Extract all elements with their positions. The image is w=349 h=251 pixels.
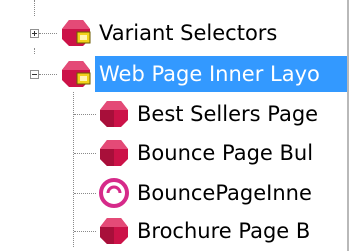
tree-item-best-sellers-page[interactable]: Best Sellers Page (0, 94, 345, 134)
tree-item-brochure-page-b[interactable]: Brochure Page B (0, 211, 345, 251)
folder-layout-icon (62, 20, 91, 46)
tree-view: Variant Selectors Web Page Inner Layo Be… (0, 0, 349, 251)
tree-item-label: Variant Selectors (99, 21, 278, 45)
tree-item-web-page-inner-layouts[interactable]: Web Page Inner Layo (0, 54, 349, 94)
tree-item-variant-selectors[interactable]: Variant Selectors (0, 13, 345, 53)
expand-toggle[interactable] (30, 29, 39, 38)
tree-item-label: Best Sellers Page (137, 102, 319, 126)
layout-cube-icon (100, 101, 128, 127)
tree-item-label: Web Page Inner Layo (95, 56, 349, 92)
folder-layout-icon (62, 61, 91, 87)
tree-item-label: Bounce Page Bul (137, 141, 314, 165)
tree-item-bounce-page-inner[interactable]: BouncePageInne (0, 173, 345, 213)
tree-item-bounce-page-bul[interactable]: Bounce Page Bul (0, 133, 345, 173)
tree-item-label: Brochure Page B (137, 219, 311, 243)
tree-item-label: BouncePageInne (137, 181, 312, 205)
collapse-toggle[interactable] (30, 70, 39, 79)
layout-cube-icon (100, 218, 128, 244)
layout-cube-icon (100, 140, 128, 166)
bounce-circle-icon (99, 178, 129, 208)
